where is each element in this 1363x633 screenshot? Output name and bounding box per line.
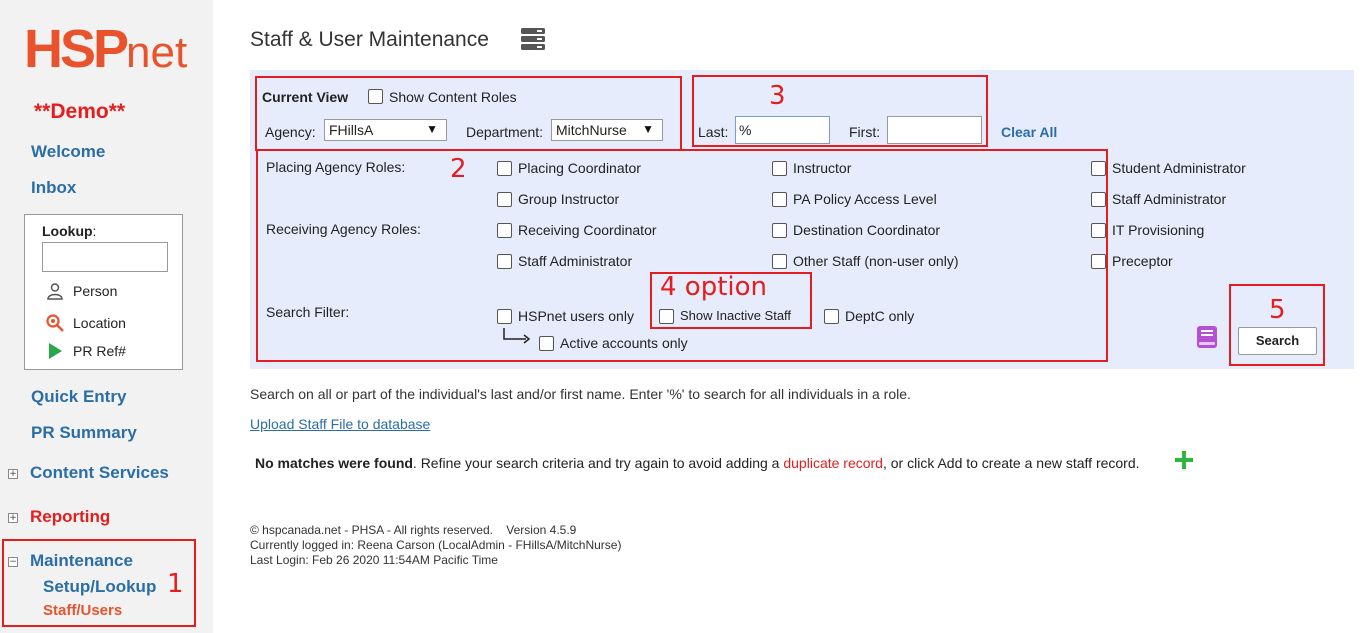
nav-welcome[interactable]: Welcome: [31, 142, 105, 162]
lookup-label: Lookup:: [42, 223, 97, 239]
annotation-number-5: 5: [1269, 295, 1286, 325]
footer-copyright: © hspcanada.net - PHSA - All rights rese…: [250, 523, 577, 537]
it-provisioning-label: IT Provisioning: [1112, 222, 1205, 238]
annotation-number-1: 1: [167, 569, 184, 599]
location-pin-icon: [45, 313, 65, 333]
lookup-pr-ref-label: PR Ref#: [73, 343, 126, 359]
play-arrow-icon: [45, 341, 65, 361]
add-plus-icon[interactable]: [1174, 450, 1194, 470]
annotation-number-3: 3: [769, 81, 786, 111]
upload-staff-file-link[interactable]: Upload Staff File to database: [250, 416, 430, 432]
preceptor-label: Preceptor: [1112, 253, 1173, 269]
nav-content-services[interactable]: Content Services: [30, 463, 169, 483]
no-matches-message: No matches were found. Refine your searc…: [255, 455, 1140, 471]
lookup-location-label: Location: [73, 315, 126, 331]
clear-all-link[interactable]: Clear All: [1001, 124, 1057, 140]
server-icon[interactable]: [520, 27, 546, 51]
footer: © hspcanada.net - PHSA - All rights rese…: [250, 523, 621, 568]
hspnet-logo[interactable]: HSPnet: [24, 18, 187, 80]
lookup-location[interactable]: Location: [45, 313, 126, 333]
annotation-number-2: 2: [450, 154, 467, 184]
annotation-box-3: [692, 75, 988, 147]
lookup-pr-ref[interactable]: PR Ref#: [45, 341, 126, 361]
book-icon[interactable]: [1196, 325, 1218, 349]
no-matches-bold: No matches were found: [255, 455, 413, 471]
lookup-person[interactable]: Person: [45, 281, 117, 301]
nav-inbox[interactable]: Inbox: [31, 178, 76, 198]
page-title: Staff & User Maintenance: [250, 28, 489, 51]
nav-reporting[interactable]: Reporting: [30, 507, 110, 527]
demo-label: **Demo**: [34, 100, 126, 123]
student-administrator-label: Student Administrator: [1112, 160, 1246, 176]
staff-administrator-2-label: Staff Administrator: [1112, 191, 1227, 207]
annotation-box-current-view: [255, 76, 682, 151]
lookup-panel: Lookup: Person Location PR Ref#: [24, 214, 183, 370]
footer-logged-in: Currently logged in: Reena Carson (Local…: [250, 538, 622, 552]
no-matches-tail: , or click Add to create a new staff rec…: [882, 455, 1140, 471]
duplicate-record-link[interactable]: duplicate record: [783, 455, 883, 471]
annotation-number-4: 4 option: [660, 272, 768, 302]
footer-last-login: Last Login: Feb 26 2020 11:54AM Pacific …: [250, 553, 498, 567]
expand-content-services-icon[interactable]: +: [8, 469, 18, 479]
expand-reporting-icon[interactable]: +: [8, 513, 18, 523]
search-help-text: Search on all or part of the individual'…: [250, 386, 911, 402]
lookup-person-label: Person: [73, 283, 118, 299]
person-icon: [45, 281, 65, 301]
nav-quick-entry[interactable]: Quick Entry: [31, 387, 126, 407]
no-matches-text: . Refine your search criteria and try ag…: [412, 455, 784, 471]
nav-pr-summary[interactable]: PR Summary: [31, 423, 137, 443]
lookup-input[interactable]: [42, 242, 168, 272]
annotation-box-2: [256, 149, 1108, 362]
